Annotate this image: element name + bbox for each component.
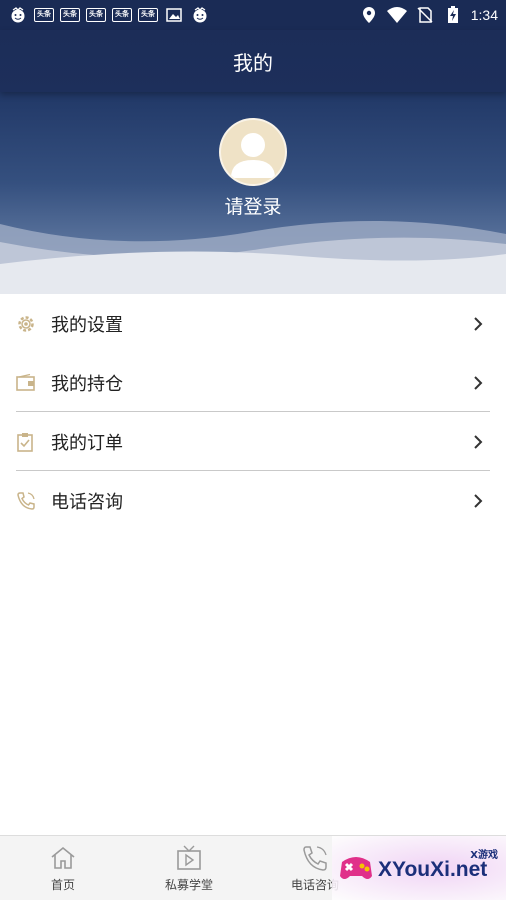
menu-list: 我的设置 我的持仓 我的订单 电话咨询 <box>0 294 506 530</box>
decorative-waves <box>0 220 506 294</box>
location-icon <box>359 7 379 23</box>
emoji-icon <box>8 7 28 23</box>
page-title: 我的 <box>233 50 273 75</box>
profile-banner: 请登录 <box>0 92 506 294</box>
app-header: 我的 <box>0 30 506 92</box>
chevron-right-icon <box>474 434 483 449</box>
news-icon: 头条 <box>34 8 54 22</box>
nav-item-academy[interactable]: 私募学堂 <box>144 844 234 893</box>
system-icons: 1:34 <box>359 6 498 23</box>
phone-icon <box>16 491 36 511</box>
gear-icon <box>16 314 36 334</box>
chevron-right-icon <box>474 375 483 390</box>
nav-label: 私募学堂 <box>164 878 213 892</box>
gamepad-logo-icon <box>340 857 372 879</box>
tv-play-icon <box>177 845 201 870</box>
watermark-text: XYouXi.net <box>378 858 488 881</box>
menu-item-orders[interactable]: 我的订单 <box>0 412 506 471</box>
nav-item-home[interactable]: 首页 <box>18 844 108 893</box>
nav-label: 首页 <box>50 878 75 892</box>
wifi-icon <box>386 7 407 23</box>
phone-icon <box>303 846 327 871</box>
status-bar: 头条 头条 头条 头条 头条 1:34 <box>0 0 506 30</box>
menu-item-phone-consult[interactable]: 电话咨询 <box>0 471 506 530</box>
menu-item-holdings[interactable]: 我的持仓 <box>0 353 506 412</box>
clock: 1:34 <box>470 7 498 23</box>
chevron-right-icon <box>474 316 483 331</box>
menu-item-settings[interactable]: 我的设置 <box>0 294 506 353</box>
news-icon: 头条 <box>138 8 158 22</box>
menu-item-label: 我的订单 <box>51 432 123 454</box>
no-sim-icon <box>415 7 435 23</box>
chevron-right-icon <box>474 493 483 508</box>
user-avatar-icon[interactable] <box>219 118 287 186</box>
emoji-icon <box>190 7 210 23</box>
news-icon: 头条 <box>60 8 80 22</box>
clipboard-icon <box>16 432 36 452</box>
watermark: X游戏 XYouXi.net <box>332 836 506 900</box>
notification-icons: 头条 头条 头条 头条 头条 <box>8 7 210 23</box>
menu-item-label: 我的设置 <box>51 314 123 336</box>
wallet-icon <box>16 373 36 393</box>
battery-charging-icon <box>443 6 463 23</box>
news-icon: 头条 <box>112 8 132 22</box>
news-icon: 头条 <box>86 8 106 22</box>
image-icon <box>164 7 184 23</box>
menu-item-label: 我的持仓 <box>51 373 123 395</box>
menu-item-label: 电话咨询 <box>51 491 123 513</box>
home-icon <box>51 846 75 869</box>
